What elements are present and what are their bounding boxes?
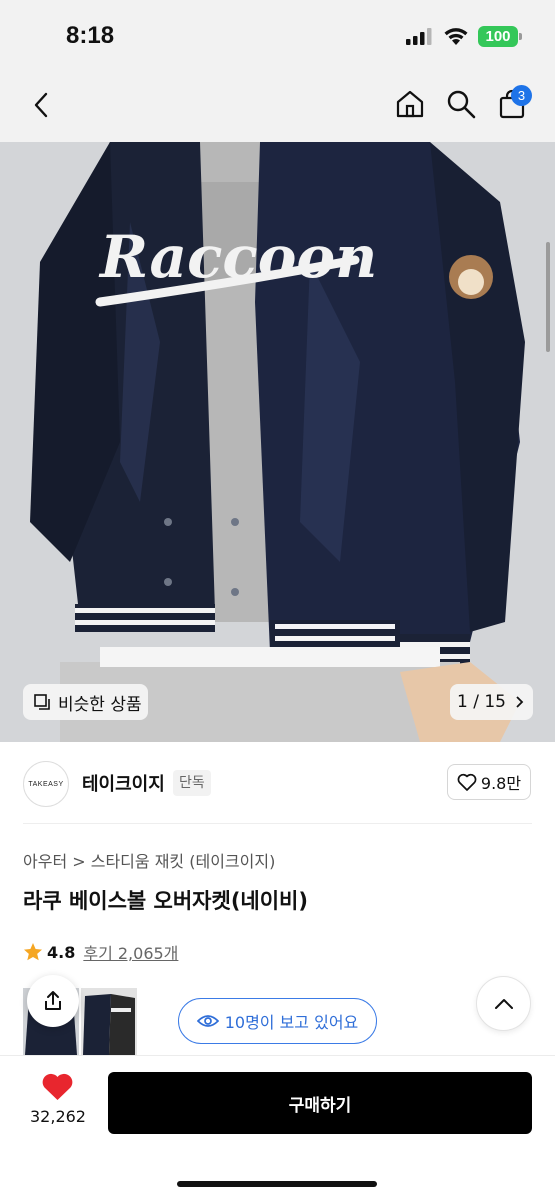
- status-time: 8:18: [66, 22, 115, 49]
- search-button[interactable]: [444, 87, 478, 121]
- similar-products-button[interactable]: 비슷한 상품: [23, 684, 148, 720]
- cellular-signal-icon: [406, 28, 432, 45]
- brand-like-count: 9.8만: [480, 774, 522, 793]
- rating-score: 4.8: [47, 942, 76, 962]
- viewers-indicator: 10명이 보고 있어요: [178, 998, 377, 1044]
- product-like-button[interactable]: [41, 1072, 74, 1105]
- product-thumbnail-2[interactable]: [81, 988, 137, 1055]
- home-button[interactable]: [393, 87, 427, 121]
- home-indicator: [177, 1181, 377, 1187]
- buy-button[interactable]: 구매하기: [108, 1072, 532, 1134]
- product-like-count: 32,262: [30, 1107, 86, 1126]
- overlapping-squares-icon: [34, 693, 50, 710]
- chevron-left-icon: [34, 92, 48, 118]
- gallery-counter-button[interactable]: 1 / 15: [450, 684, 533, 720]
- home-icon: [396, 90, 424, 118]
- brand-logo[interactable]: TAKEASY: [23, 761, 69, 807]
- gallery-counter-text: 1 / 15: [457, 692, 506, 712]
- brand-like-button[interactable]: 9.8만: [447, 764, 531, 800]
- back-button[interactable]: [26, 90, 56, 120]
- chevron-up-icon: [494, 998, 513, 1009]
- similar-products-label: 비슷한 상품: [58, 694, 142, 715]
- battery-indicator: 100: [478, 26, 518, 47]
- battery-cap: [519, 33, 522, 40]
- product-photo: Raccoon: [0, 142, 555, 742]
- search-icon: [447, 90, 476, 119]
- product-title: 라쿠 베이스볼 오버자켓(네이비): [23, 889, 308, 913]
- scroll-to-top-button[interactable]: [476, 976, 531, 1031]
- brand-name[interactable]: 테이크이지: [82, 770, 165, 796]
- status-bar: 8:18 100: [0, 0, 555, 72]
- wifi-icon: [444, 28, 468, 45]
- rating-row[interactable]: 4.8 후기 2,065개: [23, 940, 178, 964]
- eye-icon: [196, 1015, 219, 1027]
- page-scrollbar[interactable]: [546, 242, 550, 352]
- viewers-text: 10명이 보고 있어요: [224, 1013, 359, 1032]
- cart-count-badge: 3: [511, 85, 532, 106]
- share-button[interactable]: [27, 975, 79, 1027]
- review-count-link[interactable]: 후기 2,065개: [83, 940, 178, 964]
- chevron-right-icon: [516, 696, 524, 708]
- divider: [23, 823, 532, 824]
- share-icon: [45, 991, 61, 1010]
- heart-filled-icon: [42, 1073, 73, 1100]
- breadcrumb[interactable]: 아우터 > 스타디움 재킷 (테이크이지): [23, 848, 275, 872]
- exclusive-badge: 단독: [173, 770, 211, 796]
- product-image-carousel[interactable]: Raccoon: [0, 142, 555, 742]
- thumbnail-image: [81, 988, 137, 1055]
- star-icon: [24, 943, 42, 961]
- heart-outline-icon: [457, 773, 477, 791]
- brand-logo-text: TAKEASY: [28, 780, 64, 788]
